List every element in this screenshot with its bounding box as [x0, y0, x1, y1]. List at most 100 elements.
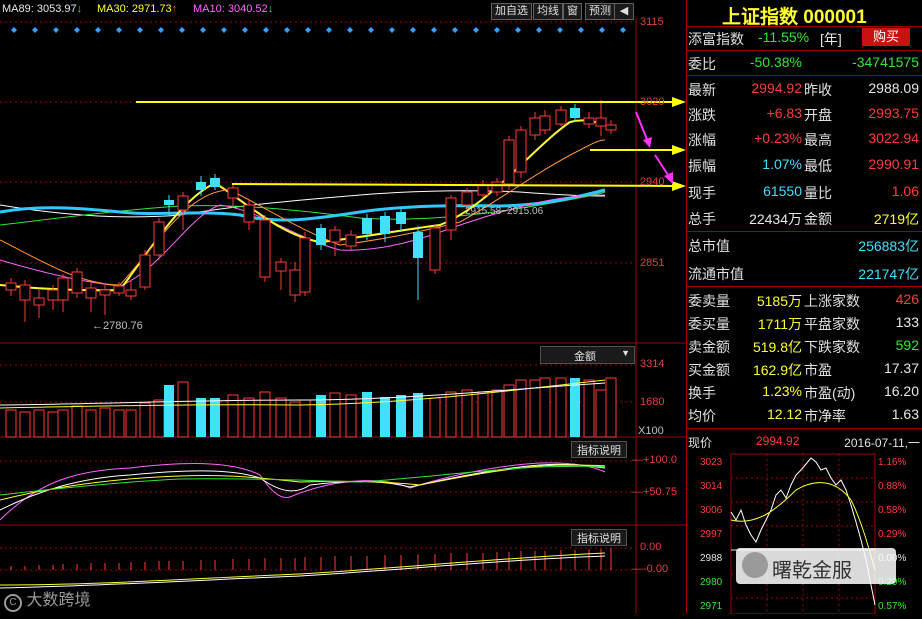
indicator2-tick: —-0.00 [632, 563, 669, 575]
avg-row: 均价 12.12 市净率 1.63 [688, 406, 919, 424]
candle-body [289, 269, 301, 296]
signal-diamond [53, 27, 59, 33]
volume-bar [316, 395, 326, 437]
candle-body [299, 237, 311, 293]
volume-bar [19, 411, 31, 438]
price-tick: 3020 [640, 96, 665, 108]
candle-body [227, 187, 239, 199]
volume-bar [491, 389, 503, 438]
latest-row: 最新 2994.92 昨收 2988.09 [688, 80, 919, 98]
total-vol-row: 总手 22434万 金额 2719亿 [688, 211, 919, 227]
signal-diamond [515, 27, 521, 33]
signal-diamond [410, 27, 416, 33]
intraday-left-axis: 3023 3014 3006 2997 2988 2980 2971 [700, 457, 723, 612]
signal-diamond [263, 27, 269, 33]
signal-diamond [95, 27, 101, 33]
index-header: 上证指数 000001 [686, 0, 922, 28]
quote-panel: 上证指数 000001 添富指数 -11.55% [年] 购买 委比 -50.3… [686, 0, 922, 614]
candle-body [71, 271, 83, 294]
candle-body [570, 108, 580, 118]
candle-body [461, 191, 473, 206]
signal-diamond [116, 27, 122, 33]
candle-body [47, 289, 59, 301]
candle-body [429, 227, 441, 271]
volume-bar [595, 389, 607, 438]
candle-body [555, 109, 567, 125]
volume-bar [210, 398, 220, 437]
volume-bar [113, 409, 125, 438]
volume-bar [289, 401, 301, 438]
signal-diamond [578, 27, 584, 33]
signal-diamond [200, 27, 206, 33]
signal-diamond [32, 27, 38, 33]
signal-diamond [452, 27, 458, 33]
candle-body [583, 117, 595, 125]
volume-bar [47, 411, 59, 438]
candle-body [515, 129, 527, 173]
wechat-watermark: 曙乾金服 [736, 548, 896, 584]
candle-body [275, 261, 287, 272]
volume-tick: 1680 [640, 396, 665, 408]
volume-bar [461, 389, 473, 438]
index-title: 上证指数 000001 [722, 7, 867, 28]
signal-diamond [74, 27, 80, 33]
volume-bar [99, 407, 111, 438]
volume-bar [345, 394, 357, 438]
volume-tick: 3314 [640, 358, 665, 370]
volume-bar [429, 397, 441, 438]
wechat-icon [742, 552, 768, 578]
volume-bar [243, 397, 255, 438]
signal-diamond [599, 27, 605, 33]
turnover-row: 换手 1.23% 市盈(动) 16.20 [688, 383, 919, 401]
candle-body [445, 197, 457, 231]
low-price-marker: ←2780.76 [92, 320, 143, 332]
sell-amt-row: 卖金额 519.8亿 下跌家数 592 [688, 337, 919, 355]
indicator1-tick: —+50.75 [632, 486, 677, 498]
candle-body [477, 184, 489, 196]
signal-diamond [473, 27, 479, 33]
signal-diamond [221, 27, 227, 33]
indicator2-tick: 0.00 [640, 541, 662, 553]
volume-bar [259, 391, 271, 438]
candle-body [19, 284, 31, 301]
signal-diamond [242, 27, 248, 33]
chevron-down-icon: ▼ [621, 348, 630, 358]
volume-bar [605, 377, 617, 438]
candle-body [57, 277, 69, 301]
signal-diamond [326, 27, 332, 33]
range-annotation: 2915.58~2915.06 [465, 206, 544, 217]
volume-bar [570, 378, 580, 437]
signal-diamond [557, 27, 563, 33]
candle-body [503, 139, 515, 185]
candle-body [362, 218, 372, 234]
candle-body [33, 297, 45, 306]
candle-body [380, 216, 390, 234]
fortune-row: 添富指数 -11.55% [年] 购买 [686, 26, 922, 49]
kline-chart-area[interactable]: MA89: 3053.97↓ MA30: 2971.73↑ MA10: 3040… [0, 0, 686, 614]
pct-row: 涨幅 +0.23% 最高 3022.94 [688, 130, 919, 148]
signal-diamond [620, 27, 626, 33]
price-tick: 2851 [640, 257, 665, 269]
volume-bar [275, 397, 287, 438]
indicator1-tick: —+100.0 [632, 454, 677, 466]
indicator2-help-button[interactable]: 指标说明 [571, 529, 627, 546]
candle-body [243, 204, 255, 223]
volume-bar [477, 391, 489, 438]
indicator1-help-button[interactable]: 指标说明 [571, 441, 627, 458]
candle-body [345, 234, 357, 247]
mktcap-row: 总市值 256883亿 [688, 238, 919, 254]
candle-body [125, 289, 137, 297]
volume-unit: X100 [638, 425, 664, 437]
candle-body [5, 282, 17, 291]
signal-diamond [536, 27, 542, 33]
signal-diamond [137, 27, 143, 33]
candle-body [491, 181, 503, 193]
volume-bar [196, 398, 206, 437]
buy-button[interactable]: 购买 [862, 28, 910, 46]
candle-body [153, 221, 165, 256]
volume-selector[interactable]: 金额 ▼ [540, 346, 635, 364]
volume-bar [139, 402, 151, 438]
signal-diamond [11, 27, 17, 33]
candle-body [85, 287, 97, 299]
signal-diamond [158, 27, 164, 33]
